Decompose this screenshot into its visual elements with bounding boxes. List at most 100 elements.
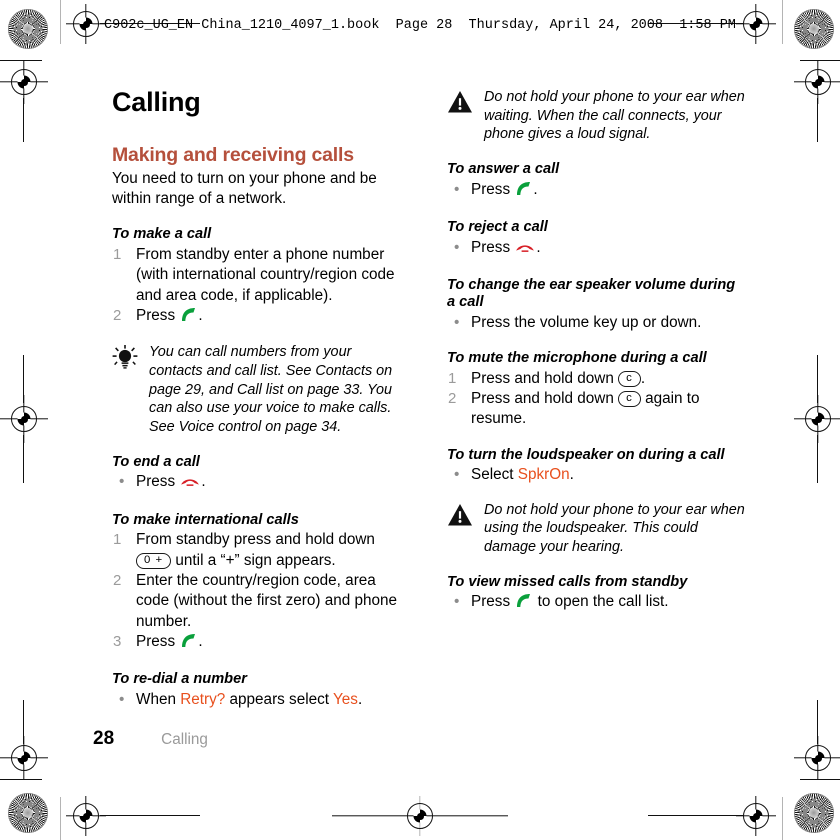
registration-target-bottom-center — [332, 796, 508, 836]
list-item: • Press . — [112, 472, 408, 494]
task-heading-loudspeaker-on: To turn the loudspeaker on during a call — [447, 446, 725, 463]
bullet-marker: • — [454, 466, 460, 484]
trim-rule-top-left — [60, 0, 61, 44]
trim-rule-top-right — [782, 0, 783, 44]
call-key-icon — [180, 633, 197, 654]
document-page: C902c_UG_EN China_1210_4097_1.book Page … — [0, 0, 840, 840]
footer-page-number: 28 — [93, 728, 115, 749]
step-number: 2 — [113, 306, 122, 324]
step-text: Press — [471, 593, 515, 611]
step-text: Press and hold down — [471, 390, 614, 408]
steps-redial: • When Retry? appears select Yes. — [112, 690, 408, 710]
bullet-marker: • — [454, 238, 460, 256]
call-key-icon — [515, 181, 532, 202]
step-text: Press — [136, 632, 180, 650]
step-text-end: . — [357, 690, 363, 708]
step-text-end: . — [198, 306, 203, 324]
crop-rule-left-vertical-top — [23, 98, 25, 142]
steps-missed-calls: • Press to open the call list. — [447, 592, 747, 614]
bullet-marker: • — [454, 593, 460, 611]
list-item: 2 Press and hold down c again to resume. — [447, 389, 747, 430]
crop-rule-lower-right — [800, 779, 840, 781]
task-heading-missed-calls: To view missed calls from standby — [447, 573, 688, 590]
ui-term-spkron: SpkrOn — [517, 466, 570, 484]
key-c-icon: c — [618, 391, 641, 408]
bullet-marker: • — [454, 180, 460, 198]
registration-target-bottom-right — [736, 796, 776, 836]
step-number: 2 — [113, 571, 122, 589]
steps-reject-a-call: • Press . — [447, 238, 747, 260]
tip-text: You can call numbers from your contacts … — [149, 344, 393, 436]
section-heading: Making and receiving calls — [112, 143, 354, 166]
step-text-tail: . — [640, 369, 646, 387]
list-item: 2 Press . — [112, 306, 408, 328]
warning-text: Do not hold your phone to your ear when … — [484, 501, 745, 555]
crop-rule-upper-right — [800, 60, 840, 62]
warning-text: Do not hold your phone to your ear when … — [484, 89, 745, 143]
list-item: • Press the volume key up or down. — [447, 313, 747, 333]
trim-rule-bottom-left-horizontal — [100, 815, 200, 817]
steps-mute-microphone: 1 Press and hold down c. 2 Press and hol… — [447, 369, 747, 430]
ui-term-yes: Yes — [333, 690, 358, 708]
step-text-end: . — [536, 238, 541, 256]
task-heading-make-a-call: To make a call — [112, 226, 212, 243]
step-text: Press — [471, 180, 515, 198]
task-heading-ear-speaker-volume: To change the ear speaker volume during … — [447, 276, 736, 311]
page-footer: 28 Calling — [93, 728, 208, 750]
trim-rule-bottom-left — [60, 797, 61, 840]
step-number: 1 — [113, 245, 122, 263]
crop-rule-right-vertical-mid-lower — [817, 435, 819, 483]
end-call-key-icon — [515, 240, 535, 260]
warning-triangle-icon — [447, 90, 475, 114]
chapter-title: Calling — [112, 87, 201, 117]
section-intro: You need to turn on your phone and be wi… — [112, 169, 377, 208]
crop-rule-left-vertical-mid-lower — [23, 435, 25, 483]
footer-chapter-name: Calling — [161, 731, 208, 748]
registration-target-lower-right — [794, 736, 840, 780]
step-text: Press — [136, 306, 180, 324]
step-number: 3 — [113, 632, 122, 650]
key-c-icon: c — [618, 370, 641, 387]
registration-rosette-top-right — [794, 9, 834, 49]
step-text-mid: appears select — [225, 690, 333, 708]
registration-target-upper-left — [0, 60, 48, 104]
end-call-key-icon — [180, 474, 200, 494]
tip-note: You can call numbers from your contacts … — [112, 343, 408, 437]
steps-ear-speaker-volume: • Press the volume key up or down. — [447, 313, 747, 333]
step-text: Press — [471, 238, 515, 256]
ui-term-retry: Retry? — [180, 690, 226, 708]
task-heading-mute-microphone: To mute the microphone during a call — [447, 350, 707, 367]
step-number: 2 — [448, 390, 457, 408]
registration-rosette-bottom-right — [794, 793, 834, 833]
print-header-line: C902c_UG_EN China_1210_4097_1.book Page … — [104, 18, 736, 33]
registration-target-top-left — [66, 4, 106, 44]
steps-make-a-call: 1 From standby enter a phone number (wit… — [112, 245, 408, 328]
step-text: Select — [471, 466, 518, 484]
trim-rule-bottom-right — [782, 797, 783, 840]
steps-loudspeaker-on: • Select SpkrOn. — [447, 465, 747, 485]
task-heading-end-a-call: To end a call — [112, 453, 200, 470]
step-text: Press the volume key up or down. — [471, 313, 702, 331]
step-text: From standby enter a phone number (with … — [136, 245, 395, 304]
list-item: • Press to open the call list. — [447, 592, 747, 614]
registration-rosette-top-left — [8, 9, 48, 49]
key-zero-plus-icon: 0 + — [136, 552, 172, 569]
list-item: • Press . — [447, 180, 747, 202]
warning-note-waiting: Do not hold your phone to your ear when … — [447, 88, 747, 144]
step-text: Press — [136, 473, 180, 491]
steps-international-calls: 1 From standby press and hold down 0 + u… — [112, 530, 408, 654]
registration-target-lower-left — [0, 736, 48, 780]
step-text: When — [136, 690, 181, 708]
steps-answer-a-call: • Press . — [447, 180, 747, 202]
bullet-marker: • — [119, 473, 125, 491]
task-heading-answer-a-call: To answer a call — [447, 161, 560, 178]
step-text: From standby press and hold down — [136, 531, 375, 549]
list-item: 2 Enter the country/region code, area co… — [112, 571, 408, 632]
registration-target-bottom-left — [66, 796, 106, 836]
step-text-tail: until a “+” sign appears. — [171, 551, 336, 569]
registration-rosette-bottom-left — [8, 793, 48, 833]
registration-target-mid-left — [0, 395, 48, 443]
steps-end-a-call: • Press . — [112, 472, 408, 494]
list-item: 1 From standby press and hold down 0 + u… — [112, 530, 408, 571]
list-item: • Select SpkrOn. — [447, 465, 747, 485]
